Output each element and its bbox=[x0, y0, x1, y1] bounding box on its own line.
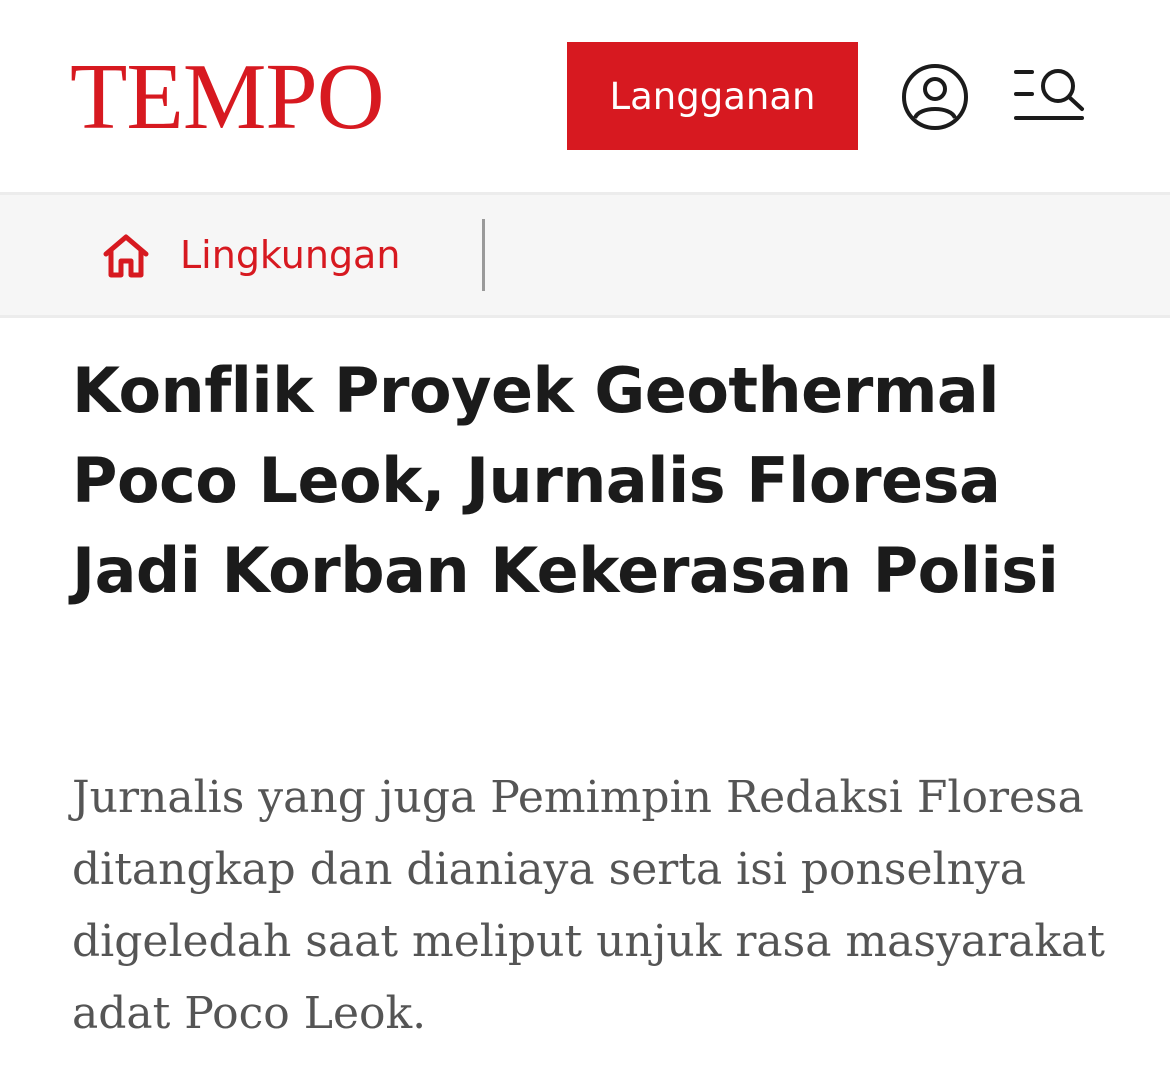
site-logo[interactable]: TEMPO bbox=[70, 50, 385, 144]
site-header: TEMPO Langganan bbox=[0, 0, 1170, 195]
article-lead: Jurnalis yang juga Pemimpin Redaksi Flor… bbox=[72, 772, 1105, 1039]
subscribe-button[interactable]: Langganan bbox=[567, 42, 858, 150]
breadcrumb-category[interactable]: Lingkungan bbox=[180, 231, 400, 279]
user-circle-icon bbox=[902, 64, 968, 130]
menu-search-icon bbox=[1014, 69, 1084, 120]
profile-button[interactable] bbox=[900, 62, 970, 132]
home-button[interactable] bbox=[102, 233, 150, 279]
breadcrumb: Lingkungan bbox=[0, 195, 1170, 318]
subscribe-button-label: Langganan bbox=[609, 74, 816, 118]
search-menu-button[interactable] bbox=[1012, 62, 1088, 126]
article-headline: Konflik Proyek Geothermal Poco Leok, Jur… bbox=[72, 354, 1059, 607]
home-icon bbox=[103, 234, 149, 278]
breadcrumb-divider bbox=[482, 219, 485, 291]
